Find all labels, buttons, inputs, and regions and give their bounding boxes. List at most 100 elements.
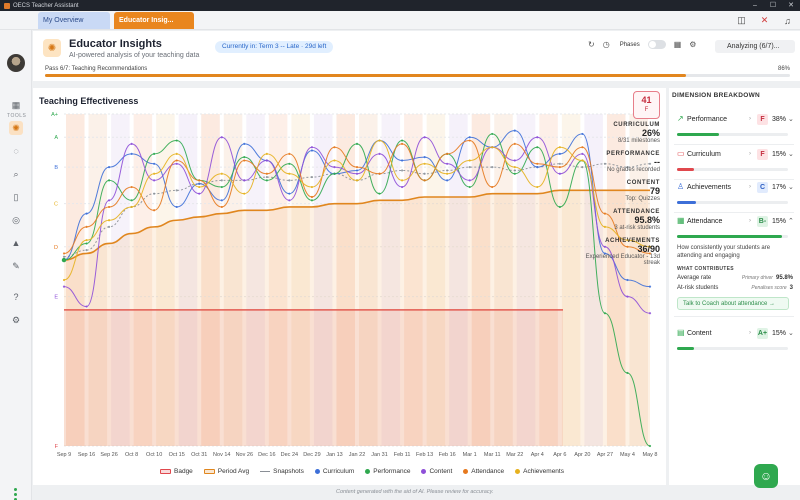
- data-point: [536, 162, 539, 165]
- close-window-icon[interactable]: ✕: [782, 0, 800, 11]
- data-point: [491, 166, 494, 169]
- history-icon[interactable]: ◷: [603, 40, 610, 49]
- dimension-percent: 38%: [772, 116, 787, 123]
- dimension-bar-fill: [677, 235, 783, 238]
- data-point: [626, 371, 629, 375]
- data-point: [265, 152, 268, 155]
- x-tick-label: Jan 22: [349, 452, 366, 458]
- x-tick-label: Nov 14: [213, 452, 230, 458]
- trophy-icon: ♙: [677, 182, 685, 191]
- split-view-icon[interactable]: ◫: [735, 14, 748, 27]
- data-point: [648, 285, 652, 288]
- dimension-percent: 17%: [772, 184, 787, 191]
- data-point: [468, 139, 471, 142]
- x-tick-label: Apr 4: [531, 452, 544, 458]
- avatar[interactable]: [7, 54, 25, 72]
- data-point: [603, 312, 607, 315]
- close-tab-icon[interactable]: ✕: [758, 14, 771, 27]
- legend-item[interactable]: Snapshots: [260, 468, 304, 475]
- data-point: [288, 162, 291, 165]
- data-point: [626, 278, 629, 282]
- minimize-icon[interactable]: –: [746, 0, 764, 11]
- assistant-fab-icon[interactable]: ☺: [754, 464, 778, 488]
- lightbulb-icon[interactable]: ✺: [9, 121, 23, 135]
- target-icon[interactable]: ◎: [9, 213, 23, 227]
- overlay-sub: Experienced Educator - 13d streak: [585, 254, 660, 266]
- tab-my-overview[interactable]: My Overview: [38, 12, 110, 29]
- dimension-grade: F: [757, 114, 768, 125]
- legend-label: Performance: [373, 468, 411, 475]
- x-tick-label: Feb 11: [394, 452, 411, 458]
- dimension-bar-fill: [677, 347, 694, 350]
- data-point: [558, 205, 561, 209]
- data-point: [378, 139, 381, 142]
- data-point: [220, 199, 223, 202]
- x-tick-label: Dec 24: [281, 452, 298, 458]
- talk-to-coach-button[interactable]: Talk to Coach about attendance →: [677, 297, 789, 310]
- notification-bell-icon[interactable]: ♫: [781, 14, 794, 27]
- effectiveness-chart[interactable]: A+ A B C D E F Sep 9 Sep 16 Sep 26 Oct 8 Oct 10 Oct …: [33, 88, 666, 466]
- settings-icon[interactable]: ⚙: [9, 313, 23, 327]
- chevron-down-icon[interactable]: ⌄: [788, 329, 794, 337]
- arrow-icon: ›: [749, 218, 751, 224]
- window-title-bar: OECS Teacher Assistant – ☐ ✕: [0, 0, 800, 11]
- x-tick-label: Mar 1: [463, 452, 477, 458]
- data-point: [85, 239, 88, 242]
- arrow-icon: ›: [749, 330, 751, 336]
- chevron-down-icon[interactable]: ⌄: [788, 183, 794, 191]
- legend-swatch: [203, 469, 215, 474]
- flask-icon[interactable]: ▲: [9, 236, 23, 250]
- legend-item[interactable]: Curriculum: [314, 468, 354, 475]
- data-point: [288, 179, 291, 182]
- header-tools: ↻ ◷ Phases ▦ ⚙: [588, 40, 696, 49]
- overlay-value: 26%: [641, 128, 660, 138]
- legend-item[interactable]: Achievements: [515, 468, 564, 475]
- legend-item[interactable]: Badge: [160, 468, 193, 475]
- legend-item[interactable]: Attendance: [463, 468, 504, 475]
- x-tick-label: Oct 15: [169, 452, 185, 458]
- search-icon[interactable]: ⌕: [9, 167, 23, 181]
- dimension-row[interactable]: ♙ Achievements › C 17% ⌄: [677, 182, 794, 194]
- dimension-row[interactable]: ▤ Content › A+ 15% ⌄: [677, 328, 794, 340]
- data-point: [513, 129, 516, 132]
- overlay-value: --: [654, 157, 660, 167]
- data-point: [333, 166, 336, 169]
- summary-overlay: CURRICULUM 26% 8/31 milestones PERFORMANCE -…: [580, 122, 660, 273]
- calendar-icon[interactable]: ▦: [674, 40, 682, 49]
- data-point: [558, 162, 561, 165]
- tab-actions: ◫ ✕ ♫: [735, 14, 794, 27]
- dimension-row[interactable]: ↗ Performance › F 38% ⌄: [677, 114, 794, 126]
- grid-icon[interactable]: ▦: [9, 98, 23, 112]
- legend-label: Attendance: [471, 468, 505, 475]
- tab-educator-insights[interactable]: Educator Insig...: [114, 12, 194, 29]
- legend-item[interactable]: Period Avg: [203, 468, 249, 475]
- data-point: [243, 179, 246, 182]
- legend-item[interactable]: Content: [421, 468, 452, 475]
- gear-icon[interactable]: ⚙: [689, 40, 696, 49]
- chevron-up-icon[interactable]: ⌃: [788, 217, 794, 225]
- grade-value: 41: [641, 95, 652, 105]
- x-tick-label: Sep 16: [78, 452, 95, 458]
- app-logo-icon: [4, 2, 10, 9]
- data-point: [423, 179, 426, 182]
- data-point: [288, 199, 291, 202]
- dimension-row[interactable]: ▭ Curriculum › F 15% ⌄: [677, 149, 794, 161]
- analyzing-button[interactable]: Analyzing (6/7)...: [715, 40, 795, 53]
- book-icon[interactable]: ▯: [9, 190, 23, 204]
- data-point: [468, 179, 471, 182]
- dimension-grade: A+: [757, 328, 768, 339]
- data-point: [536, 185, 539, 189]
- chevron-down-icon[interactable]: ⌄: [788, 115, 794, 123]
- chat-icon[interactable]: ◌: [9, 144, 23, 158]
- refresh-icon[interactable]: ↻: [588, 40, 595, 49]
- phases-toggle[interactable]: [647, 40, 666, 49]
- maximize-icon[interactable]: ☐: [764, 0, 782, 11]
- data-point: [243, 156, 246, 159]
- legend-item[interactable]: Performance: [365, 468, 410, 475]
- dimension-row[interactable]: ▦ Attendance › B- 15% ⌃: [677, 216, 794, 228]
- help-icon[interactable]: ?: [9, 290, 23, 304]
- pen-icon[interactable]: ✎: [9, 259, 23, 273]
- chevron-down-icon[interactable]: ⌄: [788, 150, 794, 158]
- arrow-icon: ›: [749, 184, 751, 190]
- legend-swatch: [421, 469, 427, 474]
